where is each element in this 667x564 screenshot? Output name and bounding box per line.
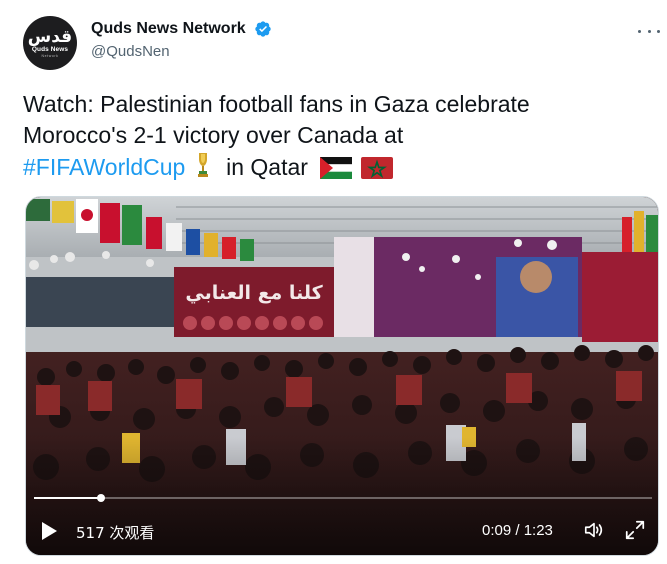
tweet-text: Watch: Palestinian football fans in Gaza… bbox=[23, 89, 643, 183]
fullscreen-icon[interactable] bbox=[624, 519, 646, 541]
hashtag-link[interactable]: #FIFAWorldCup bbox=[23, 154, 185, 180]
avatar-logo-subtext: Network bbox=[41, 53, 59, 58]
more-dot bbox=[638, 29, 641, 33]
video-player[interactable]: كلنا مع العنابي 517 次观看 0:09 / 1:23 bbox=[25, 196, 659, 556]
video-controls: 517 次观看 0:09 / 1:23 bbox=[26, 507, 658, 555]
video-progress-knob[interactable] bbox=[96, 494, 105, 502]
tweet-text-line: Morocco's 2-1 victory over Canada at bbox=[23, 122, 404, 148]
view-count: 517 次观看 bbox=[76, 524, 155, 542]
display-name[interactable]: Quds News Network bbox=[91, 20, 246, 38]
volume-icon[interactable] bbox=[583, 519, 605, 541]
avatar-logo-arabic: قدس bbox=[27, 26, 73, 47]
more-dot bbox=[647, 29, 651, 33]
tweet-text-line: Watch: Palestinian football fans in Gaza… bbox=[23, 91, 530, 117]
palestine-flag-emoji bbox=[320, 157, 353, 179]
tweet-card[interactable]: قدس Quds News Network Quds News Network … bbox=[0, 0, 667, 564]
tweet-text-tail: in Qatar bbox=[226, 154, 308, 180]
trophy-emoji bbox=[197, 153, 208, 177]
more-dot bbox=[657, 29, 660, 33]
morocco-flag-emoji bbox=[360, 157, 393, 179]
user-info[interactable]: Quds News Network @QudsNen bbox=[91, 20, 272, 60]
more-options-icon[interactable] bbox=[638, 22, 660, 40]
video-frame: كلنا مع العنابي bbox=[26, 197, 658, 555]
video-progress-bar[interactable] bbox=[34, 494, 652, 502]
verified-badge-icon bbox=[255, 21, 271, 37]
play-icon[interactable] bbox=[40, 521, 58, 541]
avatar[interactable]: قدس Quds News Network bbox=[23, 16, 77, 70]
avatar-logo-text: Quds News bbox=[31, 45, 69, 53]
tweet-text-line: #FIFAWorldCup in Qatar bbox=[23, 151, 643, 183]
banner-text: كلنا مع العنابي bbox=[185, 282, 323, 304]
video-time: 0:09 / 1:23 bbox=[482, 522, 553, 539]
video-progress-fill bbox=[34, 497, 101, 499]
user-handle[interactable]: @QudsNen bbox=[91, 43, 272, 60]
